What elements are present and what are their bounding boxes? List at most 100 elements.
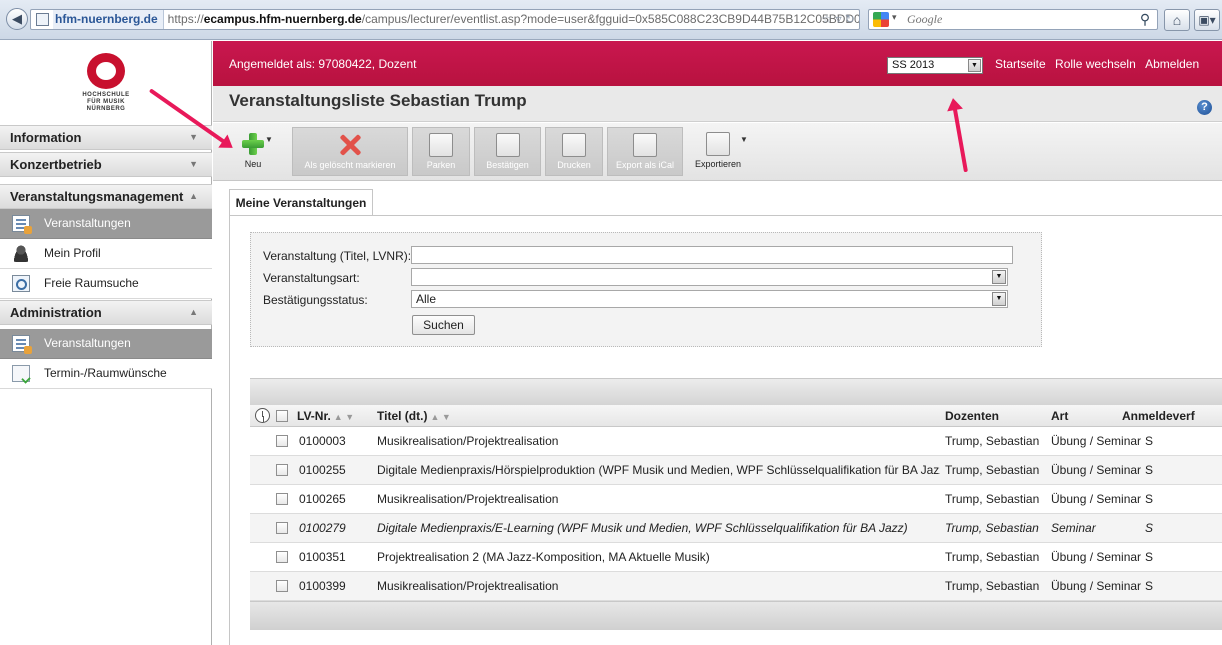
table-row[interactable]: 0100003 Musikrealisation/Projektrealisat…	[250, 427, 1222, 456]
cell-title[interactable]: Digitale Medienpraxis/Hörspielproduktion…	[377, 456, 940, 485]
chevron-down-icon[interactable]: ▼	[992, 292, 1006, 306]
url-host: ecampus.hfm-nuernberg.de	[203, 12, 362, 26]
user-icon	[12, 245, 30, 262]
print-label: Drucken	[557, 160, 591, 170]
chevron-down-icon[interactable]: ▼	[740, 135, 748, 144]
confirm-button[interactable]: Bestätigen	[474, 127, 541, 176]
top-links: Startseite Rolle wechseln Abmelden	[989, 57, 1199, 71]
browser-search-bar[interactable]: ▾	[868, 9, 1158, 30]
type-filter-label: Veranstaltungsart:	[263, 271, 360, 285]
sidebar-item-mein-profil[interactable]: Mein Profil	[0, 239, 212, 269]
google-icon[interactable]	[873, 12, 889, 27]
site-identity-domain[interactable]: hfm-nuernberg.de	[53, 10, 164, 29]
home-button[interactable]: ⌂	[1164, 9, 1190, 31]
back-button[interactable]: ◀	[6, 8, 28, 30]
export-label: Exportieren	[694, 159, 742, 169]
sidebar-item-veranstaltungen[interactable]: Veranstaltungen	[0, 209, 212, 239]
help-icon[interactable]: ?	[1197, 100, 1212, 115]
sort-arrows-icon[interactable]: ▲ ▼	[334, 412, 354, 422]
cell-registration: S	[1145, 463, 1154, 477]
select-all-checkbox[interactable]	[276, 410, 288, 422]
row-checkbox[interactable]	[276, 522, 288, 534]
cell-lecturers: Trump, Sebastian	[945, 434, 1040, 448]
sidebar-section-label: Information	[10, 130, 82, 145]
sidebar-item-freie-raumsuche[interactable]: Freie Raumsuche	[0, 269, 212, 299]
link-abmelden[interactable]: Abmelden	[1145, 57, 1199, 71]
table-row[interactable]: 0100265 Musikrealisation/Projektrealisat…	[250, 485, 1222, 514]
link-startseite[interactable]: Startseite	[995, 57, 1046, 71]
table-row[interactable]: 0100399 Musikrealisation/Projektrealisat…	[250, 572, 1222, 601]
sidebar-section-konzertbetrieb[interactable]: Konzertbetrieb ▼	[0, 152, 212, 177]
status-filter-select[interactable]: Alle ▼	[411, 290, 1008, 308]
browser-toolbar: ◀ hfm-nuernberg.de https://ecampus.hfm-nu…	[0, 0, 1222, 40]
filter-panel: Veranstaltung (Titel, LVNR): Veranstaltu…	[250, 232, 1042, 347]
cell-title[interactable]: Musikrealisation/Projektrealisation	[377, 485, 940, 514]
logo-line-2: FÜR MUSIK	[87, 99, 125, 105]
park-button[interactable]: Parken	[412, 127, 470, 176]
table-row[interactable]: 0100255 Digitale Medienpraxis/Hörspielpr…	[250, 456, 1222, 485]
row-checkbox[interactable]	[276, 464, 288, 476]
table-header: LV-Nr. ▲ ▼ Titel (dt.) ▲ ▼ Dozenten Art An…	[250, 405, 1222, 427]
magnifier-icon[interactable]: ⚲	[1134, 9, 1156, 30]
chevron-down-icon[interactable]: ▼	[968, 59, 981, 72]
chevron-down-icon[interactable]: ▼	[992, 270, 1006, 284]
chevron-down-icon: ▼	[189, 159, 198, 169]
chevron-down-icon[interactable]: ▾	[892, 12, 897, 23]
cell-lvnr: 0100351	[299, 550, 346, 564]
sort-arrows-icon[interactable]: ▲ ▼	[430, 412, 450, 422]
chevron-down-icon: ▼	[189, 132, 198, 142]
title-filter-input[interactable]	[411, 246, 1013, 264]
cell-lecturers: Trump, Sebastian	[945, 579, 1040, 593]
sidebar-item-admin-veranstaltungen[interactable]: Veranstaltungen	[0, 329, 212, 359]
tab-panel-border	[229, 215, 230, 645]
sidebar-section-label: Administration	[10, 305, 102, 320]
row-checkbox[interactable]	[276, 580, 288, 592]
mark-deleted-button[interactable]: Als gelöscht markieren	[292, 127, 408, 176]
cell-lecturers: Trump, Sebastian	[945, 521, 1039, 535]
sidebar-item-label: Veranstaltungen	[44, 216, 131, 230]
cell-type: Übung / Seminar	[1051, 579, 1142, 593]
delete-x-icon	[338, 133, 362, 157]
clock-icon	[255, 408, 270, 423]
cell-title[interactable]: Musikrealisation/Projektrealisation	[377, 572, 940, 601]
link-rolle-wechseln[interactable]: Rolle wechseln	[1055, 57, 1136, 71]
sidebar-section-administration[interactable]: Administration ▲	[0, 300, 212, 325]
url-path: /campus/lecturer/eventlist.asp?mode=user…	[361, 12, 860, 26]
table-row[interactable]: 0100351 Projektrealisation 2 (MA Jazz-Ko…	[250, 543, 1222, 572]
semester-select[interactable]: SS 2013 ▼	[887, 57, 983, 74]
cell-type: Übung / Seminar	[1051, 434, 1142, 448]
search-button[interactable]: Suchen	[412, 315, 475, 335]
row-checkbox[interactable]	[276, 435, 288, 447]
sidebar-item-label: Mein Profil	[44, 246, 101, 260]
cell-title[interactable]: Digitale Medienpraxis/E-Learning (WPF Mu…	[377, 514, 940, 543]
sidebar-section-information[interactable]: Information ▼	[0, 125, 212, 150]
address-bar[interactable]: hfm-nuernberg.de https://ecampus.hfm-nuer…	[30, 9, 860, 30]
row-checkbox[interactable]	[276, 493, 288, 505]
cell-title[interactable]: Musikrealisation/Projektrealisation	[377, 427, 940, 456]
sidebar-section-label: Konzertbetrieb	[10, 157, 102, 172]
column-header-registration[interactable]: Anmeldeverf	[1122, 405, 1222, 427]
cell-lvnr: 0100255	[299, 463, 346, 477]
column-header-title[interactable]: Titel (dt.) ▲ ▼	[377, 405, 937, 427]
tab-meine-veranstaltungen[interactable]: Meine Veranstaltungen	[229, 189, 373, 216]
print-button[interactable]: Drucken	[545, 127, 603, 176]
type-filter-select[interactable]: ▼	[411, 268, 1008, 286]
park-label: Parken	[426, 160, 456, 170]
column-header-lecturers[interactable]: Dozenten	[945, 405, 1045, 427]
chevron-down-icon[interactable]: ▼	[265, 135, 273, 144]
column-header-lvnr[interactable]: LV-Nr. ▲ ▼	[297, 405, 375, 427]
extension-button[interactable]: ▣▾	[1194, 9, 1220, 31]
sidebar-section-veranstaltungsmanagement[interactable]: Veranstaltungsmanagement ▲	[0, 184, 212, 209]
row-checkbox[interactable]	[276, 551, 288, 563]
mark-deleted-label: Als gelöscht markieren	[304, 160, 396, 170]
cell-title[interactable]: Projektrealisation 2 (MA Jazz-Kompositio…	[377, 543, 940, 572]
sidebar-item-termin-raumwuensche[interactable]: Termin-/Raumwünsche	[0, 359, 212, 389]
browser-search-input[interactable]	[907, 12, 1107, 27]
export-ical-button[interactable]: Export als iCal	[607, 127, 683, 176]
export-document-icon	[706, 132, 730, 156]
title-bar: Veranstaltungsliste Sebastian Trump ?	[213, 86, 1222, 122]
table-row[interactable]: 0100279 Digitale Medienpraxis/E-Learning…	[250, 514, 1222, 543]
confirm-label: Bestätigen	[486, 160, 529, 170]
bookmark-star-icon[interactable]: ☆ ▿ ↻	[821, 10, 855, 29]
column-header-type[interactable]: Art	[1051, 405, 1121, 427]
